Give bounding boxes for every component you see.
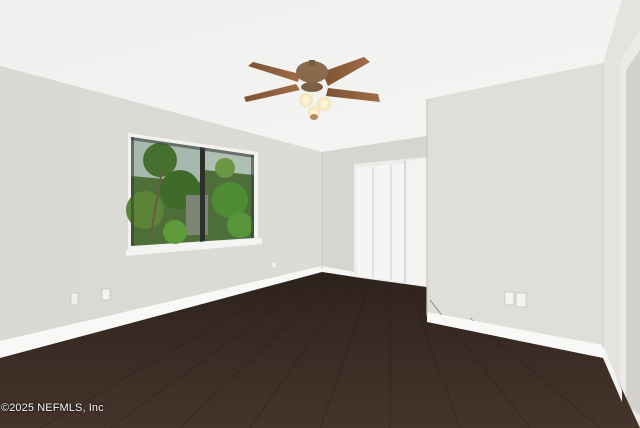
room-scene [0, 0, 640, 428]
closet [354, 157, 427, 287]
fan-light [299, 93, 313, 107]
wall-outlet [271, 261, 277, 269]
copyright-watermark: ©2025 NEFMLS, Inc [1, 402, 104, 414]
wall-outlet [101, 288, 111, 301]
wall-outlet [504, 291, 515, 306]
window [126, 133, 258, 250]
room-photo: ©2025 NEFMLS, Inc [0, 0, 640, 428]
right-wall [427, 63, 603, 348]
closet-door-open [405, 158, 427, 287]
doorway-opening [626, 50, 640, 415]
wall-outlet [515, 292, 527, 308]
wall-outlet [70, 292, 79, 306]
